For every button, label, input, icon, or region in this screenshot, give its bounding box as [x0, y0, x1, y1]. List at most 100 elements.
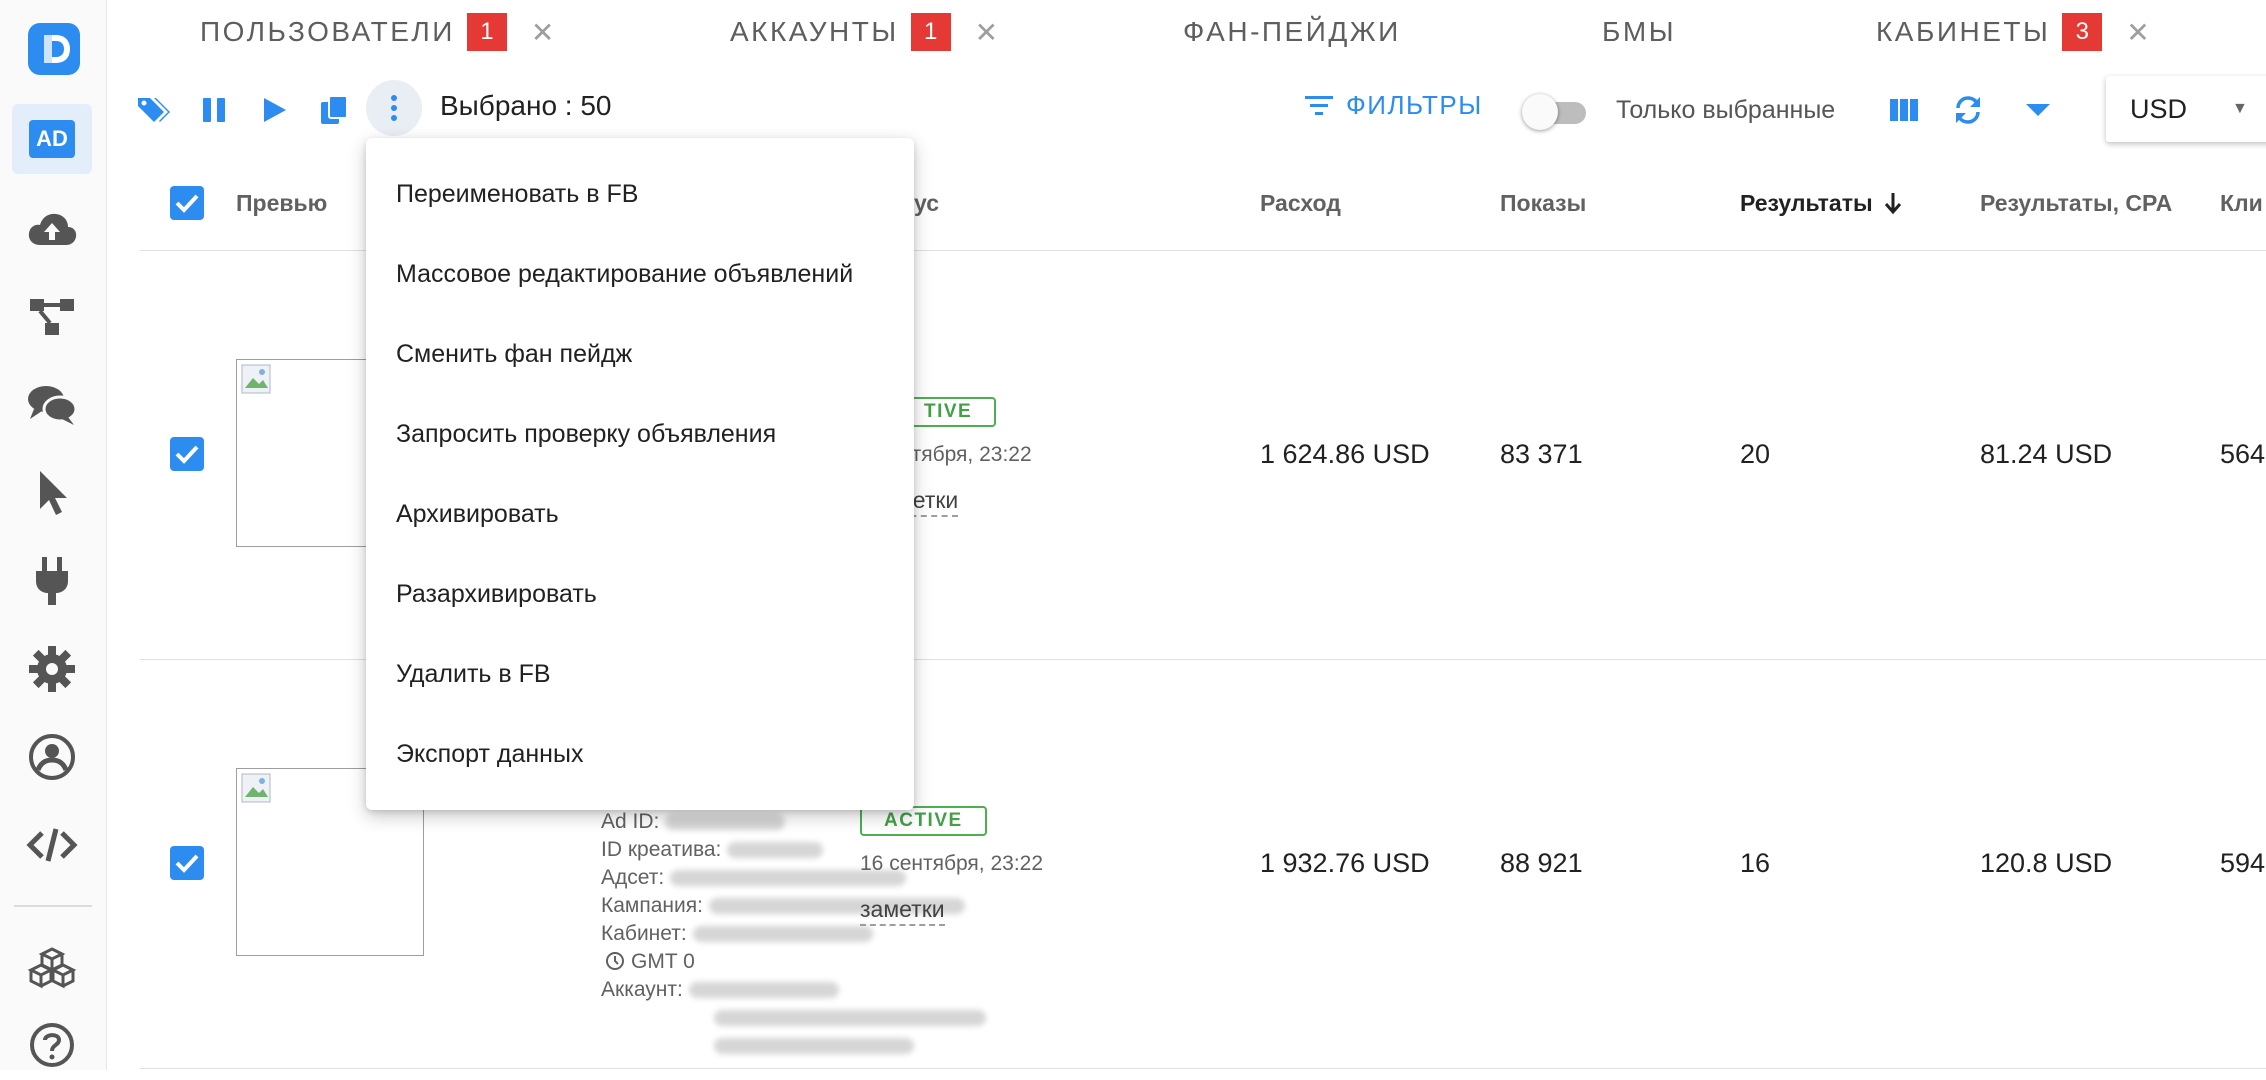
- broken-image-icon: [241, 364, 271, 394]
- tab-users-close-icon[interactable]: ✕: [531, 16, 554, 49]
- filter-icon: [1305, 95, 1333, 115]
- cpa-cell: 120.8 USD: [1980, 848, 2113, 878]
- copy-icon: [321, 95, 348, 124]
- columns-button[interactable]: [1884, 90, 1924, 130]
- only-selected-toggle[interactable]: [1522, 94, 1592, 130]
- sidebar-item-settings[interactable]: [12, 634, 92, 704]
- sidebar-divider: [14, 905, 92, 907]
- account-icon: [29, 734, 75, 780]
- redacted-value: [692, 926, 873, 943]
- tab-accounts-close-icon[interactable]: ✕: [975, 16, 998, 49]
- column-header-spend[interactable]: Расход: [1260, 190, 1341, 217]
- tab-accounts[interactable]: АККАУНТЫ 1 ✕: [730, 12, 998, 52]
- sidebar-item-upload[interactable]: [12, 194, 92, 264]
- cursor-icon: [40, 471, 67, 515]
- expand-button[interactable]: [2018, 90, 2058, 130]
- ads-icon: AD: [29, 120, 75, 158]
- pause-button[interactable]: [194, 90, 234, 130]
- currency-select[interactable]: USD ▼: [2106, 76, 2266, 142]
- sidebar-item-api[interactable]: [12, 810, 92, 880]
- select-all-checkbox[interactable]: [170, 186, 204, 220]
- caret-down-icon: [2026, 104, 2050, 116]
- results-cell: 20: [1740, 439, 1771, 469]
- redacted-value: [714, 1038, 914, 1055]
- tab-users[interactable]: ПОЛЬЗОВАТЕЛИ 1 ✕: [200, 12, 554, 52]
- columns-icon: [1890, 99, 1918, 121]
- spend-cell: 1 932.76 USD: [1260, 848, 1430, 878]
- sidebar-item-structure[interactable]: [12, 282, 92, 352]
- results-cell: 16: [1740, 848, 1771, 878]
- menu-item-archive[interactable]: Архивировать: [366, 474, 914, 554]
- clock-icon: [606, 952, 624, 970]
- cabinet-line: Кабинет:: [601, 922, 873, 946]
- refresh-button[interactable]: [1948, 90, 1988, 130]
- sidebar-item-cursor[interactable]: [12, 458, 92, 528]
- pause-icon: [203, 98, 225, 122]
- menu-item-rename-fb[interactable]: Переименовать в FB: [366, 154, 914, 234]
- clicks-cell: 564: [2220, 439, 2266, 469]
- sort-arrow-down-icon: [1884, 193, 1902, 215]
- sidebar-item-chat[interactable]: [12, 370, 92, 440]
- help-icon: [30, 1023, 74, 1067]
- menu-item-request-review[interactable]: Запросить проверку объявления: [366, 394, 914, 474]
- status-badge: TIVE: [900, 397, 997, 427]
- sidebar-item-account[interactable]: [12, 722, 92, 792]
- tab-fan-pages[interactable]: ФАН-ПЕЙДЖИ: [1183, 12, 1401, 52]
- plug-icon: [36, 557, 68, 605]
- check-icon: [175, 445, 199, 464]
- tab-users-badge: 1: [466, 13, 507, 51]
- menu-item-delete-fb[interactable]: Удалить в FB: [366, 634, 914, 714]
- redacted-value: [688, 982, 839, 999]
- status-date: 16 сентября, 23:22: [860, 852, 1044, 875]
- tab-cabinets-badge: 3: [2062, 13, 2103, 51]
- logo-d-icon: [44, 35, 70, 63]
- column-header-status[interactable]: ус: [914, 190, 939, 217]
- menu-item-bulk-edit[interactable]: Массовое редактирование объявлений: [366, 234, 914, 314]
- app-logo[interactable]: [28, 23, 80, 75]
- cloud-upload-icon: [28, 213, 77, 245]
- clicks-cell: 594: [2220, 848, 2266, 878]
- hierarchy-icon: [30, 299, 74, 335]
- menu-item-unarchive[interactable]: Разархивировать: [366, 554, 914, 634]
- sidebar-item-integrations[interactable]: [12, 546, 92, 616]
- column-header-clicks[interactable]: Кли: [2220, 190, 2263, 217]
- menu-item-change-fan-page[interactable]: Сменить фан пейдж: [366, 314, 914, 394]
- check-icon: [175, 854, 199, 873]
- more-vertical-icon: [391, 95, 397, 121]
- account-line-cont: [708, 1006, 986, 1030]
- status-date: нтября, 23:22: [900, 443, 1032, 466]
- column-header-preview[interactable]: Превью: [236, 190, 327, 217]
- column-header-results-cpa[interactable]: Результаты, CPA: [1980, 190, 2172, 217]
- spend-cell: 1 624.86 USD: [1260, 439, 1430, 469]
- tag-icon: [138, 98, 170, 122]
- code-icon: [26, 828, 78, 862]
- tab-accounts-badge: 1: [910, 13, 951, 51]
- timezone-line: GMT 0: [605, 950, 695, 974]
- cubes-icon: [27, 947, 77, 989]
- tag-button[interactable]: [134, 90, 174, 130]
- redacted-value: [665, 814, 786, 831]
- filters-button[interactable]: ФИЛЬТРЫ: [1304, 90, 1483, 121]
- copy-button[interactable]: [314, 90, 354, 130]
- sidebar-item-ads[interactable]: AD: [12, 104, 92, 174]
- status-badge: ACTIVE: [860, 806, 987, 836]
- sidebar-item-modules[interactable]: [12, 932, 92, 1002]
- row-checkbox[interactable]: [170, 437, 204, 471]
- sidebar: AD: [0, 0, 107, 1070]
- tab-bms[interactable]: БМЫ: [1602, 12, 1676, 52]
- account-line-cont: [708, 1034, 914, 1058]
- account-line: Аккаунт:: [601, 978, 839, 1002]
- more-actions-button[interactable]: [366, 80, 422, 136]
- ad-id-line: Ad ID:: [601, 810, 786, 834]
- row-checkbox[interactable]: [170, 846, 204, 880]
- column-header-results[interactable]: Результаты: [1740, 190, 1903, 217]
- chat-icon: [28, 386, 78, 425]
- menu-item-export[interactable]: Экспорт данных: [366, 714, 914, 794]
- tab-cabinets[interactable]: КАБИНЕТЫ 3 ✕: [1876, 12, 2150, 52]
- creative-id-line: ID креатива:: [601, 838, 824, 862]
- notes-link[interactable]: заметки: [860, 896, 945, 926]
- play-button[interactable]: [254, 90, 294, 130]
- tab-cabinets-close-icon[interactable]: ✕: [2126, 16, 2149, 49]
- column-header-impressions[interactable]: Показы: [1500, 190, 1586, 217]
- only-selected-label: Только выбранные: [1616, 96, 1836, 124]
